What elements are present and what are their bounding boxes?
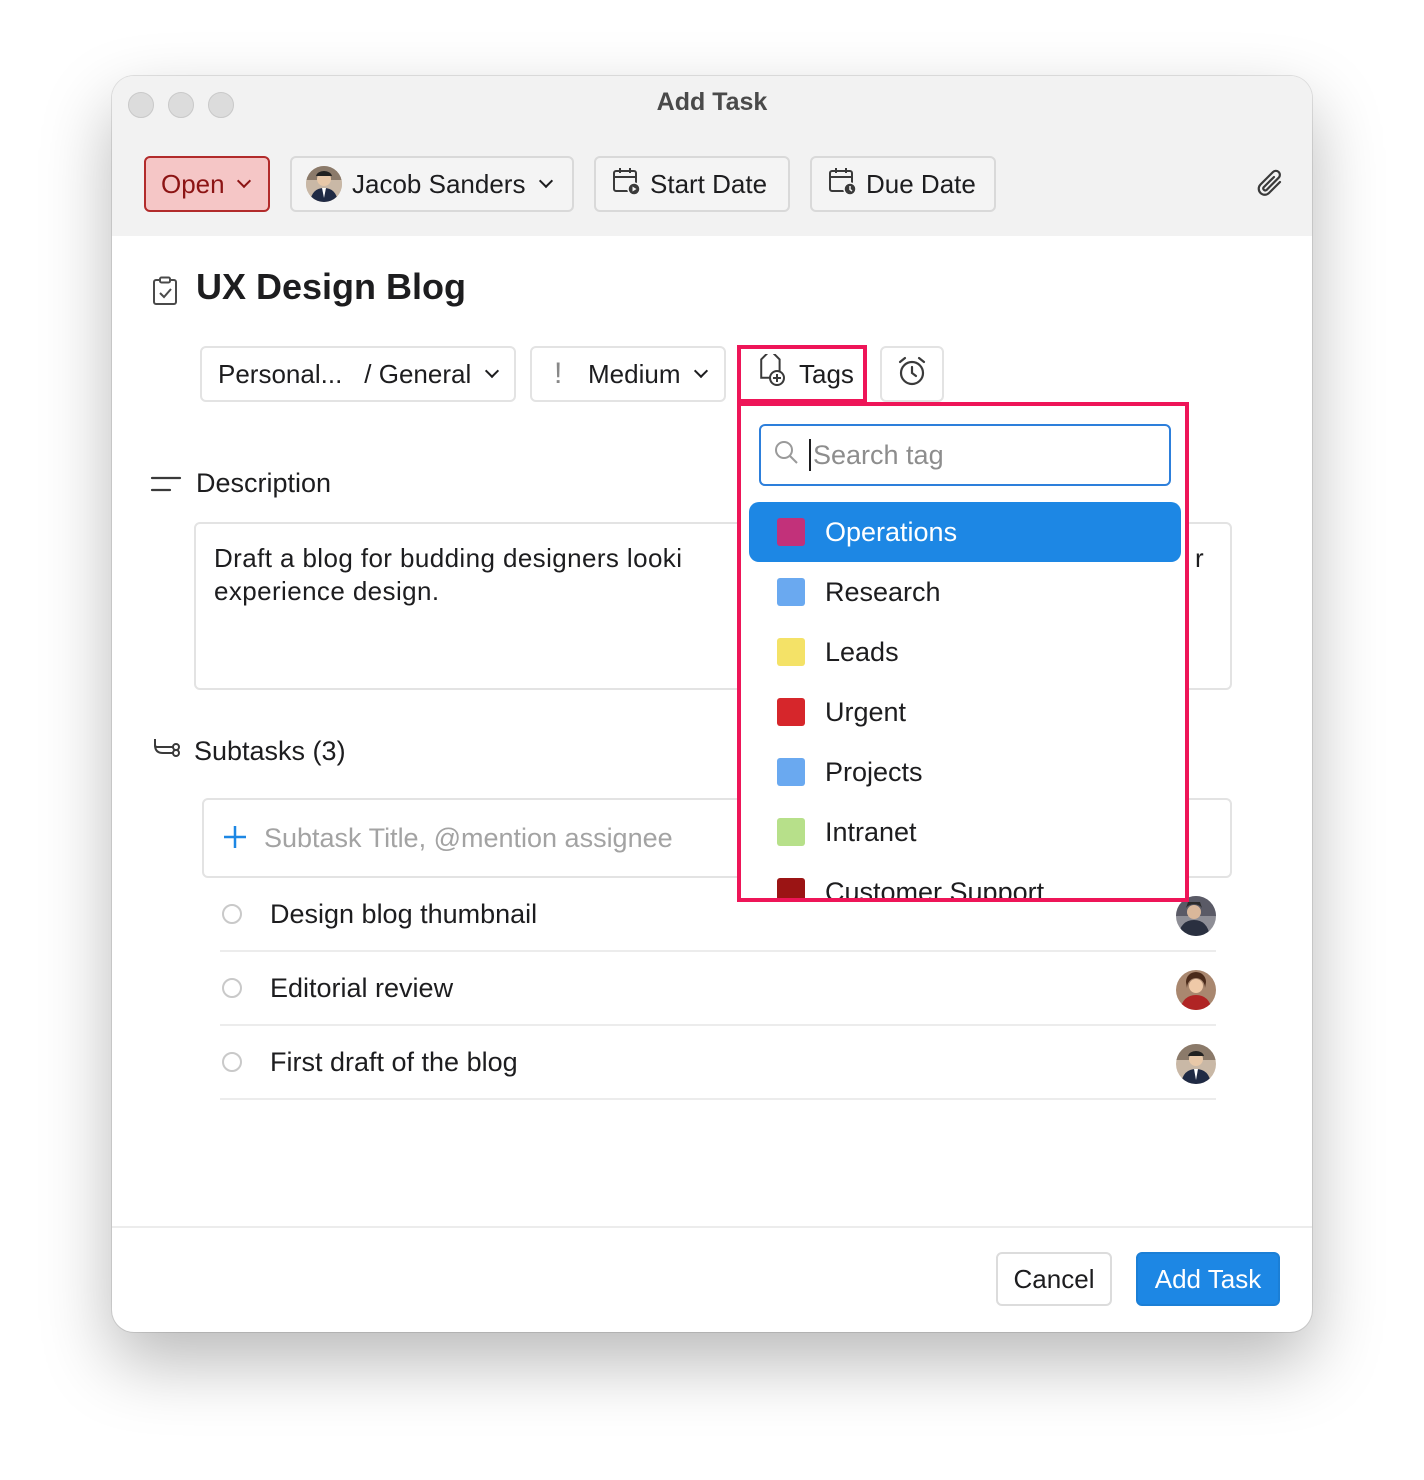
- subtasks-icon: [152, 736, 182, 769]
- cancel-button[interactable]: Cancel: [996, 1252, 1112, 1306]
- priority-dropdown[interactable]: ! Medium: [530, 346, 726, 402]
- chevron-down-icon: [539, 173, 554, 189]
- chevron-down-icon: [694, 363, 709, 379]
- assignee-name: Jacob Sanders: [352, 168, 526, 199]
- description-label: Description: [196, 468, 332, 498]
- due-date-label: Due Date: [866, 168, 976, 199]
- reminder-button[interactable]: [880, 346, 944, 402]
- plus-icon: [222, 820, 248, 856]
- start-date-label: Start Date: [650, 168, 768, 199]
- tag-option-intranet[interactable]: Intranet: [749, 802, 1181, 862]
- project-dropdown[interactable]: Personal... / General: [200, 346, 516, 402]
- status-label: Open: [161, 168, 225, 199]
- tag-color-swatch: [777, 878, 805, 898]
- priority-icon: !: [554, 357, 563, 390]
- subtask-row[interactable]: First draft of the blog: [220, 1026, 1216, 1100]
- tag-label: Projects: [825, 756, 923, 787]
- tag-option-operations[interactable]: Operations: [749, 502, 1181, 562]
- section-name: / General: [364, 358, 472, 389]
- task-clipboard-icon: [152, 276, 178, 311]
- tag-option-research[interactable]: Research: [749, 562, 1181, 622]
- subtask-checkbox[interactable]: [222, 904, 242, 924]
- calendar-start-icon: [612, 166, 642, 203]
- tag-color-swatch: [777, 698, 805, 726]
- tag-label: Intranet: [825, 816, 917, 847]
- subtask-title: Design blog thumbnail: [270, 898, 538, 929]
- text-cursor: [809, 439, 811, 471]
- tag-option-leads[interactable]: Leads: [749, 622, 1181, 682]
- chevron-down-icon: [236, 173, 251, 189]
- tag-color-swatch: [777, 758, 805, 786]
- start-date-button[interactable]: Start Date: [594, 156, 790, 212]
- add-task-window: Add Task Open Jacob Sanders Start Date D…: [112, 76, 1312, 1332]
- tag-color-swatch: [777, 638, 805, 666]
- priority-label: Medium: [588, 358, 681, 389]
- subtask-title: Editorial review: [270, 972, 454, 1003]
- description-icon: [150, 474, 182, 499]
- subtask-checkbox[interactable]: [222, 978, 242, 998]
- status-dropdown[interactable]: Open: [144, 156, 270, 212]
- tag-color-swatch: [777, 818, 805, 846]
- subtask-row[interactable]: Editorial review: [220, 952, 1216, 1026]
- due-date-button[interactable]: Due Date: [810, 156, 996, 212]
- tag-label: Operations: [825, 516, 958, 547]
- avatar[interactable]: [1176, 970, 1216, 1010]
- tags-dropdown: Search tag Operations Research Leads Urg…: [737, 402, 1189, 902]
- tag-option-customer-support[interactable]: Customer Support: [749, 862, 1181, 902]
- description-overflow-text: r: [1194, 543, 1204, 573]
- subtask-input-placeholder: Subtask Title, @mention assignee: [264, 822, 673, 853]
- tag-search-placeholder: Search tag: [813, 439, 944, 470]
- tag-list: Operations Research Leads Urgent Project…: [749, 502, 1181, 902]
- avatar[interactable]: [1176, 896, 1216, 936]
- task-title[interactable]: UX Design Blog: [196, 266, 466, 308]
- subtasks-label: Subtasks (3): [194, 736, 346, 766]
- footer-divider: [112, 1226, 1312, 1228]
- tag-option-projects[interactable]: Projects: [749, 742, 1181, 802]
- avatar: [306, 166, 342, 202]
- add-task-button[interactable]: Add Task: [1136, 1252, 1280, 1306]
- tag-search-input[interactable]: Search tag: [759, 424, 1171, 486]
- tag-label: Research: [825, 576, 941, 607]
- assignee-dropdown[interactable]: Jacob Sanders: [290, 156, 574, 212]
- paperclip-icon[interactable]: [1256, 168, 1286, 205]
- tag-label: Leads: [825, 636, 899, 667]
- tag-color-swatch: [777, 518, 805, 546]
- tag-color-swatch: [777, 578, 805, 606]
- tag-label: Urgent: [825, 696, 907, 727]
- alarm-clock-icon: [896, 355, 928, 394]
- title-bar: Add Task Open Jacob Sanders Start Date D…: [112, 76, 1312, 236]
- tag-option-urgent[interactable]: Urgent: [749, 682, 1181, 742]
- subtask-checkbox[interactable]: [222, 1052, 242, 1072]
- avatar[interactable]: [1176, 1044, 1216, 1084]
- subtask-title: First draft of the blog: [270, 1046, 518, 1077]
- chevron-down-icon: [485, 363, 500, 379]
- search-icon: [773, 439, 799, 472]
- tags-highlight-frame: [737, 345, 867, 403]
- calendar-due-icon: [828, 166, 858, 203]
- project-name: Personal...: [218, 358, 343, 389]
- tag-label: Customer Support: [825, 876, 1045, 902]
- window-title: Add Task: [656, 88, 768, 116]
